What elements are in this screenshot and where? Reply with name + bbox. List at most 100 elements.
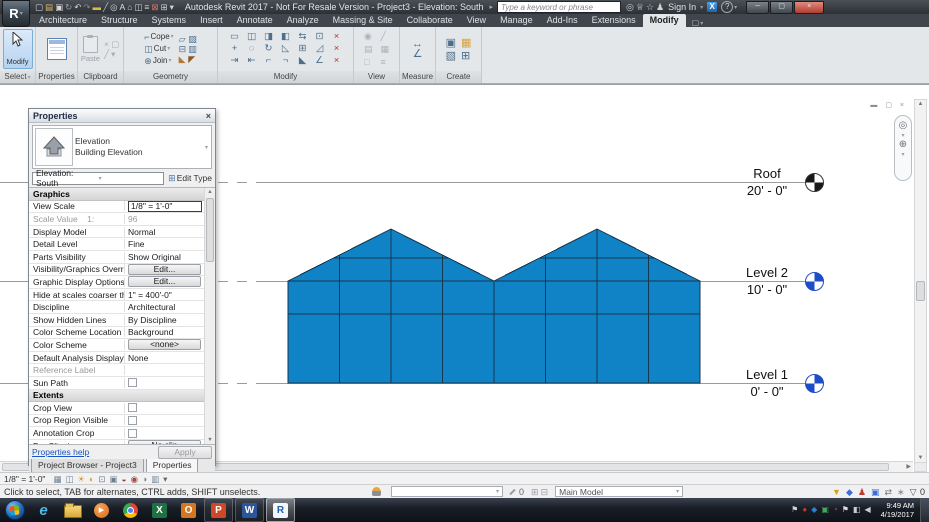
customize-qat-icon[interactable]: ▾: [170, 2, 174, 12]
mirror-draw-axis-icon[interactable]: ◧: [281, 32, 290, 42]
split-with-gap-icon[interactable]: ⊡: [316, 32, 324, 42]
override-graphics-icon[interactable]: ▦: [381, 44, 390, 54]
save-icon[interactable]: ▣: [55, 2, 63, 12]
taskbar-internet-explorer[interactable]: e: [30, 499, 57, 521]
properties-help-link[interactable]: Properties help: [32, 447, 158, 457]
chevron-down-icon[interactable]: ▾: [700, 20, 703, 27]
unjoin-icon[interactable]: ×: [334, 44, 340, 54]
close-icon[interactable]: ×: [206, 111, 211, 121]
taskbar-file-explorer[interactable]: [59, 499, 86, 521]
create-group-icon[interactable]: ▣: [446, 38, 456, 48]
new-file-icon[interactable]: ▢: [35, 2, 43, 12]
exchange-apps-icon[interactable]: X: [707, 2, 717, 12]
tag-icon[interactable]: ◎: [110, 2, 117, 12]
network-icon[interactable]: ◧: [853, 505, 861, 515]
design-option-dropdown[interactable]: Main Model▾: [555, 486, 683, 497]
worksharing-display-icon[interactable]: ◑: [142, 474, 147, 484]
taskbar-start[interactable]: [1, 499, 28, 521]
property-value[interactable]: Background: [125, 327, 204, 337]
delete-alt-icon[interactable]: ×: [334, 56, 340, 66]
tab-structure[interactable]: Structure: [94, 14, 145, 27]
undo-icon[interactable]: ↶: [74, 2, 81, 12]
property-value[interactable]: [125, 429, 204, 438]
property-button[interactable]: <none>: [128, 339, 201, 350]
minimize-button[interactable]: ─: [746, 1, 769, 14]
property-button[interactable]: No clip: [128, 440, 201, 445]
level-name[interactable]: Level 2: [731, 266, 803, 280]
scroll-up-icon[interactable]: ▲: [205, 189, 215, 195]
paint-icon[interactable]: ◣: [179, 54, 187, 64]
create-similar-icon[interactable]: ⊞: [461, 51, 471, 61]
close-inactive-windows-icon[interactable]: ⊠: [151, 2, 158, 12]
unpin-icon[interactable]: ⇤: [248, 56, 256, 66]
create-assembly-icon[interactable]: ▦: [461, 38, 471, 48]
taskbar-media-player[interactable]: ▶: [88, 499, 115, 521]
property-value[interactable]: Show Original: [125, 252, 204, 262]
measure-icon[interactable]: ▬: [92, 2, 101, 12]
property-value[interactable]: Edit...: [125, 263, 204, 276]
level-elevation[interactable]: 10' - 0": [731, 283, 803, 297]
measure-angle-icon[interactable]: ∠: [315, 56, 324, 66]
paste-button[interactable]: Paste: [81, 36, 100, 63]
apply-button[interactable]: Apply: [158, 446, 212, 459]
property-checkbox[interactable]: [128, 378, 137, 387]
releases-mini-icon[interactable]: ⊟: [541, 487, 549, 497]
infocenter-arrow-icon[interactable]: ▸: [490, 3, 494, 11]
panel-label-select[interactable]: Select▾: [0, 71, 35, 83]
edit-type-button[interactable]: ⊞ Edit Type: [167, 173, 212, 183]
level-head-icon[interactable]: [805, 272, 824, 291]
detail-level-icon[interactable]: ◫: [65, 474, 73, 484]
temporary-view-properties-icon[interactable]: ▥: [151, 474, 159, 484]
property-value[interactable]: 1" = 400'-0": [125, 290, 204, 300]
taskbar-revit[interactable]: R: [266, 498, 295, 522]
array-icon[interactable]: ⊞: [299, 44, 307, 54]
manage-links-icon[interactable]: ▣: [871, 487, 880, 497]
thin-lines-icon[interactable]: ≡: [144, 2, 149, 12]
display-icon[interactable]: ≡: [381, 57, 390, 67]
taskbar-clock[interactable]: 9:49 AM 4/19/2017: [881, 501, 914, 519]
property-value[interactable]: No clip: [125, 439, 204, 445]
property-input[interactable]: 1/8" = 1'-0": [128, 201, 202, 212]
volume-icon[interactable]: ◀: [864, 505, 870, 515]
hide-icon[interactable]: □: [364, 57, 373, 67]
update-clock-icon[interactable]: ◔: [833, 505, 838, 515]
close-button[interactable]: ×: [794, 1, 824, 14]
tab-analyze[interactable]: Analyze: [280, 14, 326, 27]
property-value[interactable]: [125, 403, 204, 412]
extend-icon[interactable]: ¬: [283, 56, 289, 66]
property-value[interactable]: Architectural: [125, 302, 204, 312]
design-options-icon[interactable]: ◆: [846, 487, 853, 497]
demolish-icon[interactable]: ◤: [188, 54, 197, 64]
property-value[interactable]: 96: [125, 214, 204, 224]
scale-icon[interactable]: ◿: [316, 44, 323, 54]
vertical-scrollbar[interactable]: ▲ ▼: [914, 99, 927, 463]
property-value[interactable]: <none>: [125, 338, 204, 351]
cope-button[interactable]: ⌐Cope▾: [143, 31, 173, 43]
settings-icon[interactable]: ∗: [897, 487, 905, 497]
switch-windows-icon[interactable]: ⊞: [160, 2, 167, 12]
section-icon[interactable]: ◫: [134, 2, 142, 12]
split-face2-icon[interactable]: ◣: [299, 56, 306, 66]
scroll-down-icon[interactable]: ▼: [205, 437, 215, 443]
worksets-icon[interactable]: ▼: [832, 487, 841, 497]
filter-icon[interactable]: ▽: [910, 487, 917, 497]
tab-massing-site[interactable]: Massing & Site: [326, 14, 400, 27]
reveal-hidden-elements-icon[interactable]: ◉: [131, 474, 138, 484]
tab-view[interactable]: View: [460, 14, 493, 27]
aligned-dimension-icon[interactable]: ╱: [103, 2, 108, 12]
copy-icon[interactable]: ◌: [249, 44, 255, 54]
editing-requests-icon[interactable]: ♟: [858, 487, 866, 497]
select-toggles-icon[interactable]: ⇄: [884, 487, 892, 497]
properties-palette-header[interactable]: Properties ×: [29, 109, 215, 123]
property-value[interactable]: Edit...: [125, 275, 204, 288]
chevron-down-icon[interactable]: ▾: [700, 4, 703, 11]
copy-clipboard-icon[interactable]: ▢: [111, 39, 119, 49]
flag-icon[interactable]: ⚑: [842, 505, 849, 515]
taskbar-chrome[interactable]: [117, 499, 144, 521]
scroll-down-icon[interactable]: ▼: [915, 455, 926, 461]
reveal-hidden-icon[interactable]: ◉: [364, 31, 373, 41]
cut-button[interactable]: ◫Cut▾: [143, 43, 173, 55]
wall-joins-icon[interactable]: ▱: [179, 34, 187, 44]
property-value[interactable]: [125, 416, 204, 425]
maximize-button[interactable]: ▢: [770, 1, 793, 14]
